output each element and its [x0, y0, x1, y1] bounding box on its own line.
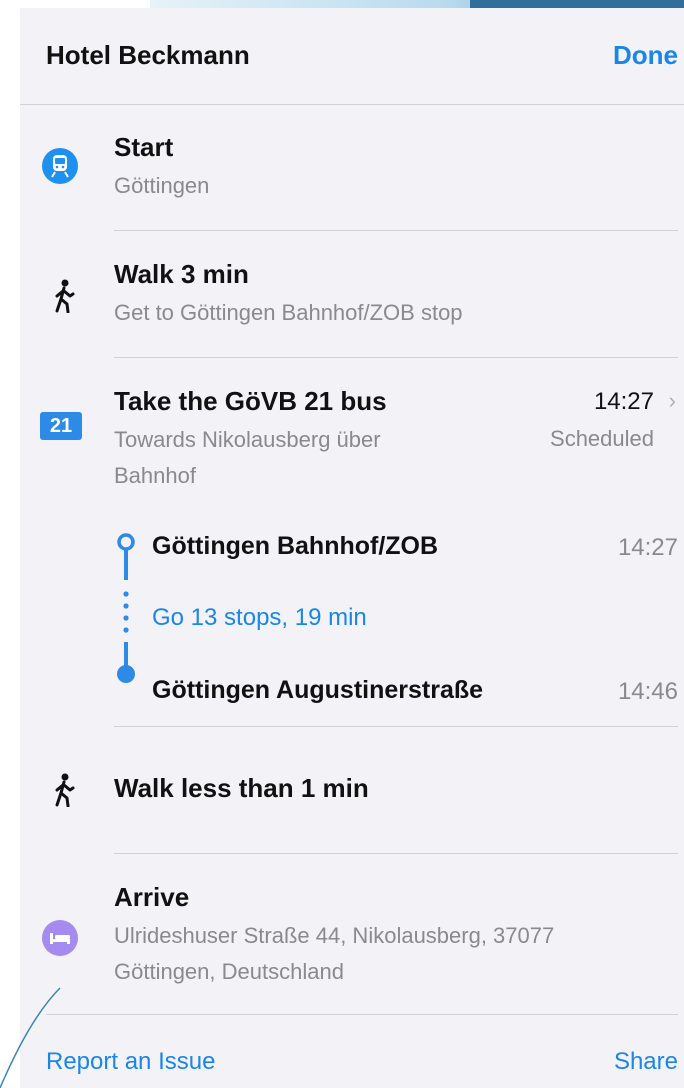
route-line-icon: [117, 533, 135, 683]
destination-title: Hotel Beckmann: [46, 40, 250, 70]
bus-line-badge: 21: [40, 412, 82, 440]
origin-stop-name: Göttingen Bahnhof/ZOB: [152, 532, 439, 560]
walk-icon: [55, 279, 75, 313]
origin-stop-time: 14:27: [617, 534, 678, 561]
arrive-title: Arrive: [114, 882, 190, 912]
step-bus[interactable]: 21 Take the GöVB 21 bus 14:27 › Towards …: [20, 358, 684, 726]
sheet-header: Hotel Beckmann Done: [20, 8, 684, 105]
step-walk-3-min[interactable]: Walk 3 min Get to Göttingen Bahnhof/ZOB …: [20, 231, 684, 357]
walk1-subtitle: Get to Göttingen Bahnhof/ZOB stop: [114, 300, 463, 325]
train-icon: [42, 148, 78, 184]
report-issue-link[interactable]: Report an Issue: [46, 1048, 215, 1076]
intermediate-stops-link[interactable]: Go 13 stops, 19 min: [152, 604, 367, 632]
walk-icon: [55, 773, 75, 807]
destination-stop-name: Göttingen Augustinerstraße: [152, 676, 484, 704]
chevron-right-icon[interactable]: ›: [669, 388, 676, 414]
walk2-title: Walk less than 1 min: [114, 773, 369, 803]
step-start[interactable]: Start Göttingen: [20, 104, 684, 230]
start-title: Start: [114, 132, 174, 162]
bed-icon: [42, 920, 78, 956]
bus-direction: Towards Nikolausberg über Bahnhof: [114, 427, 381, 488]
directions-sheet: Hotel Beckmann Done Start Göttingen Walk…: [20, 8, 684, 1088]
walk1-title: Walk 3 min: [114, 259, 249, 289]
bus-departure-time: 14:27: [593, 388, 654, 415]
bus-title: Take the GöVB 21 bus: [114, 386, 387, 416]
step-arrive[interactable]: Arrive Ulrideshuser Straße 44, Nikolausb…: [20, 854, 684, 1014]
bus-status: Scheduled: [550, 426, 654, 451]
destination-stop-time: 14:46: [617, 678, 678, 705]
share-button[interactable]: Share: [614, 1048, 678, 1076]
done-button[interactable]: Done: [613, 40, 678, 71]
divider: [46, 1014, 678, 1015]
start-subtitle: Göttingen: [114, 173, 210, 198]
arrive-address: Ulrideshuser Straße 44, Nikolausberg, 37…: [114, 923, 555, 984]
step-walk-short[interactable]: Walk less than 1 min: [20, 727, 684, 853]
